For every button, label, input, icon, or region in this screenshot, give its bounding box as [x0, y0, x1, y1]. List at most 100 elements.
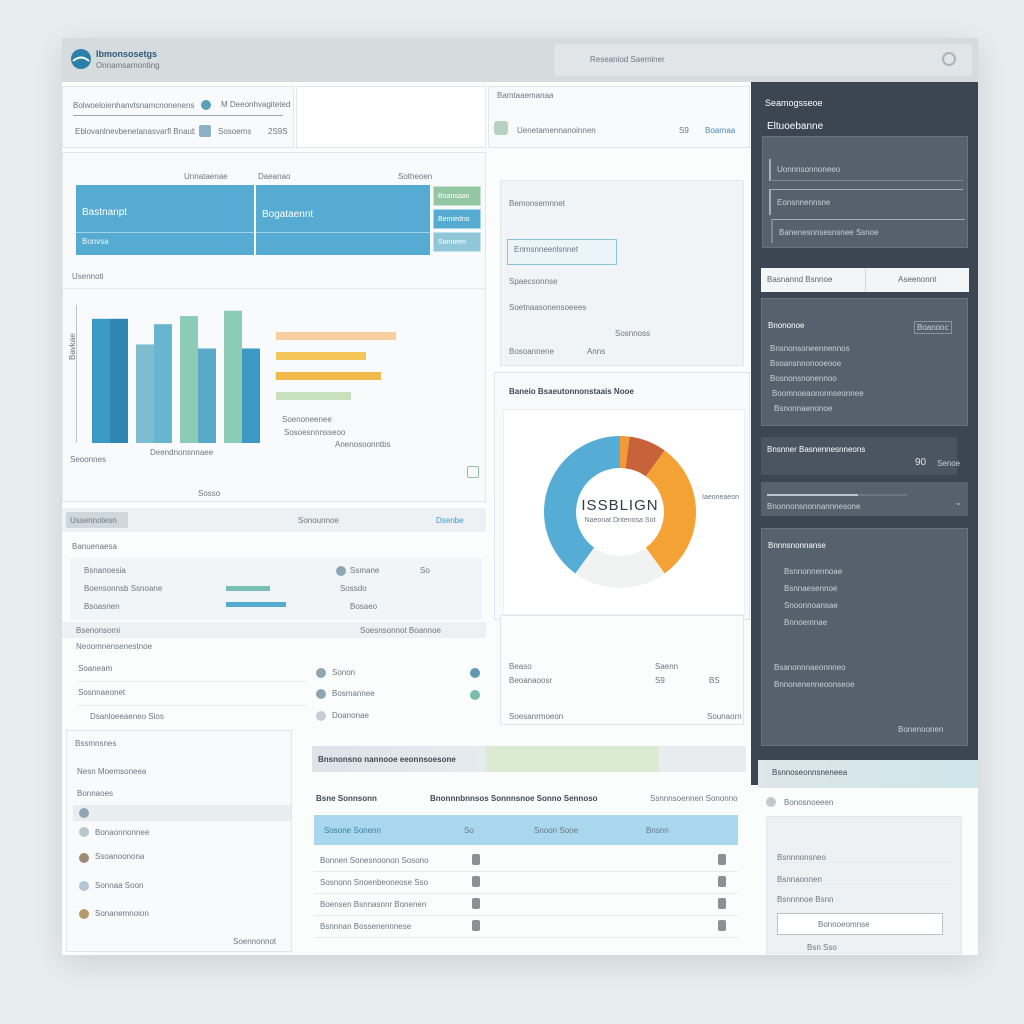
bar[interactable] — [136, 344, 154, 443]
selected-row[interactable]: Enmsnneenlsnnet — [507, 239, 617, 265]
sidebar-list-item[interactable]: Bsoansnnonooeooe — [770, 359, 841, 368]
brand-subtitle: Onnamsarnonting — [96, 61, 160, 70]
people-item[interactable]: Ssoanoonona — [95, 852, 144, 861]
sidebar-stat: Bnsnner Basnennesnneons 90 Senoe — [761, 437, 960, 475]
subpanel-item[interactable]: Bsnnonnennoae — [784, 567, 842, 576]
sidebar-list-item[interactable]: Boomnoeaononnseonnee — [772, 389, 864, 398]
people-footer[interactable]: Soennonnot — [233, 937, 276, 946]
subpanel-item[interactable]: Bsanonnnaeonnneo — [774, 663, 846, 672]
search-input[interactable]: Reseaniod Saeminer — [554, 44, 972, 76]
filter-tab[interactable]: Ussennotesn — [66, 512, 128, 528]
bottom-right-row[interactable]: Bsnnnonsneo — [777, 853, 953, 863]
sidebar-box-row-label: Uonnnsonnoneeo — [777, 165, 841, 174]
sidebar-list-item[interactable]: Bosnonsnonennoo — [770, 374, 837, 383]
file-icon[interactable] — [718, 920, 726, 931]
file-icon[interactable] — [718, 898, 726, 909]
file-icon[interactable] — [718, 854, 726, 865]
list-side-item[interactable]: Doanonae — [332, 711, 369, 720]
people-item[interactable]: Sonnaa Soon — [95, 881, 144, 890]
people-item[interactable]: Bonaonnonnee — [95, 828, 149, 837]
expand-icon[interactable] — [467, 466, 479, 478]
list-item[interactable]: Sosnnaeonet — [78, 688, 306, 706]
panel-footer: Anns — [587, 347, 606, 356]
mid-card-status[interactable]: Boarnaa — [705, 126, 735, 135]
filter-rows: Bsnanoesia Ssmane So Boensonnsb Ssnoane … — [70, 558, 482, 620]
list-subtitle: Neoomnensenestnoe — [76, 642, 153, 651]
stat-value: 90 — [915, 457, 927, 468]
side-tag[interactable]: Sonneen — [433, 232, 481, 252]
table-row[interactable]: Boensen Bsnnasnnr Bonenen — [314, 894, 738, 916]
sidebar-list-item[interactable]: Bsnonnaenonoe — [774, 404, 832, 413]
table-banner: Bnsnonsno nannooe eeonnsoesone — [312, 746, 746, 772]
bottom-right-row[interactable]: Bsnnaonnen — [777, 875, 953, 885]
subpanel-item[interactable]: Bnnonenenneoonseoe — [774, 680, 855, 689]
people-item[interactable]: Sonanemnoion — [95, 909, 149, 918]
subpanel-footer[interactable]: Bonenoonen — [898, 725, 943, 734]
bar[interactable] — [242, 348, 260, 444]
sidebar-tab[interactable]: Basnannd Bsnnoe — [761, 268, 866, 292]
info-button[interactable]: Sosoems — [218, 127, 251, 136]
list-item[interactable]: Soaneam — [78, 664, 306, 682]
table-cell: Beoanaoosr — [509, 676, 553, 685]
horizontal-bar[interactable] — [276, 392, 351, 400]
table-subtitle: Bnonnnbnnsos Sonnnsnoe Sonno Sennoso — [430, 794, 598, 803]
bar[interactable] — [198, 348, 216, 444]
legend-item: Anenosoonntbs — [335, 440, 391, 449]
horizontal-bar[interactable] — [276, 332, 396, 340]
file-icon[interactable] — [472, 854, 480, 865]
sidebar-list-value[interactable]: Boanonc — [914, 321, 952, 334]
side-tag[interactable]: Bemiedno — [433, 209, 481, 229]
bar[interactable] — [154, 324, 172, 443]
horizontal-bar[interactable] — [276, 352, 366, 360]
people-selected-row[interactable] — [73, 805, 291, 821]
table-right-label[interactable]: Ssnnnsoennen Sononno — [650, 794, 738, 803]
file-icon[interactable] — [472, 876, 480, 887]
summary-cell[interactable]: Bogataennt — [256, 185, 430, 255]
subpanel-title: Bnnnsnonnanse — [768, 541, 826, 550]
info-panel: Bemonsemnnet Enmsnneenlsnnet Spaecsonnse… — [500, 180, 744, 366]
filter-label: Sonounnoe — [298, 516, 339, 525]
subpanel-item[interactable]: Bsnnaesennoe — [784, 584, 837, 593]
column-header[interactable]: Sosone Sonenn — [324, 826, 381, 835]
column-header[interactable]: Snoon Sooe — [534, 826, 578, 835]
sidebar-subpanel: Bnnnsnonnanse Bsnnonnennoae Bsnnaesennoe… — [761, 528, 968, 746]
search-icon[interactable] — [942, 52, 956, 66]
bottom-right-banner: Bsnnoseonnsneneea — [758, 760, 978, 788]
bar[interactable] — [110, 318, 128, 443]
column-header[interactable]: Bnsnn — [646, 826, 669, 835]
sidebar-box-row[interactable]: Eonsnnennsne — [769, 189, 963, 215]
sidebar-list-item[interactable]: Bnsnonsoneennennos — [770, 344, 850, 353]
bottom-right-input[interactable]: Bonnoeomnse — [777, 913, 943, 935]
subpanel-item[interactable]: Bnnoemnae — [784, 618, 827, 627]
table-cell: BS — [709, 676, 720, 685]
list-side-item[interactable]: Sonon — [332, 668, 355, 677]
sidebar-box-row[interactable]: Uonnnsonnoneeo — [769, 159, 963, 181]
table-cell: Sounaorn — [707, 712, 742, 721]
list-item[interactable]: Dsanloeeaeneo Sios — [90, 712, 164, 721]
filter-subtitle: Banuenaesa — [72, 542, 117, 551]
sidebar-box-row[interactable]: Banenesnnsesnsnee Ssnoe — [771, 219, 965, 243]
horizontal-bar[interactable] — [276, 372, 381, 380]
subpanel-item[interactable]: Snoonnoansae — [784, 601, 838, 610]
chevron-down-icon[interactable]: ⌄ — [955, 498, 962, 507]
sidebar-tab[interactable]: Aseenonnt — [866, 268, 970, 292]
bottom-right-footer: Bsn Sso — [807, 943, 837, 952]
summary-cell-label: Bastnanpt — [82, 207, 128, 218]
summary-cell[interactable]: Bastnanpt Bonvsa — [76, 185, 254, 255]
table-row[interactable]: Sosnonn Snoenbeoneose Sso — [314, 872, 738, 894]
bar[interactable] — [224, 310, 242, 443]
table-row[interactable]: Bsnnnan Bossenennnese — [314, 916, 738, 938]
bar[interactable] — [180, 316, 198, 443]
list-side-item[interactable]: Bosmannee — [332, 689, 375, 698]
column-header[interactable]: So — [464, 826, 474, 835]
bar[interactable] — [92, 318, 110, 443]
file-icon[interactable] — [472, 920, 480, 931]
info-line: Eblovanlnevbenetanasvarfl Bnaubonne — [75, 127, 195, 136]
bottom-right-row[interactable]: Bsnnnnoe Bsnn — [777, 895, 834, 904]
side-tag[interactable]: Boansaan — [433, 186, 481, 206]
progress-bar — [226, 602, 286, 607]
filter-link[interactable]: Dsenbe — [436, 516, 464, 525]
table-row[interactable]: Bonnen Sonesnoonon Sosono — [314, 850, 738, 872]
file-icon[interactable] — [718, 876, 726, 887]
file-icon[interactable] — [472, 898, 480, 909]
